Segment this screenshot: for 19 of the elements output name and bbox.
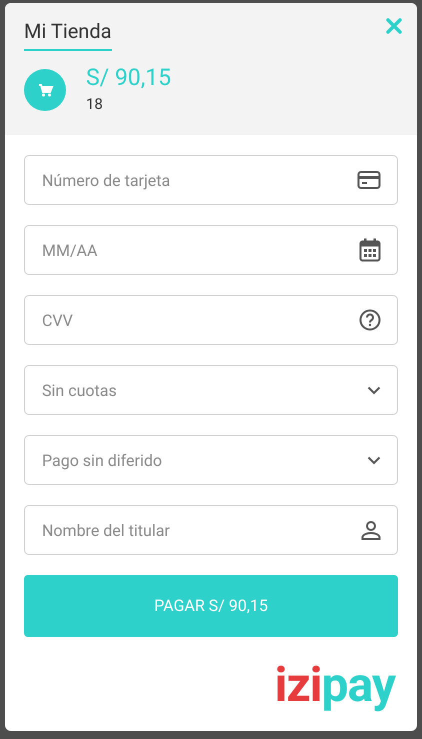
calendar-icon: [359, 238, 381, 262]
close-icon[interactable]: [386, 18, 402, 34]
help-icon: [359, 309, 381, 331]
select-field[interactable]: Pago sin diferido: [24, 435, 398, 485]
person-icon: [361, 520, 381, 540]
store-title: Mi Tienda: [24, 18, 112, 51]
izipay-logo: izipay: [274, 657, 395, 713]
chevron-down-icon: [367, 386, 381, 394]
pay-button[interactable]: PAGAR S/ 90,15: [24, 575, 398, 637]
cart-icon: [24, 68, 66, 110]
input-field[interactable]: CVV: [24, 295, 398, 345]
chevron-down-icon: [367, 456, 381, 464]
amount-text: S/ 90,15: [86, 64, 172, 92]
card-icon: [357, 170, 381, 190]
input-field[interactable]: Nombre del titular: [24, 505, 398, 555]
order-number: 18: [86, 94, 104, 115]
input-field[interactable]: MM/AA: [24, 225, 398, 275]
select-field[interactable]: Sin cuotas: [24, 365, 398, 415]
input-field[interactable]: Número de tarjeta: [24, 155, 398, 205]
